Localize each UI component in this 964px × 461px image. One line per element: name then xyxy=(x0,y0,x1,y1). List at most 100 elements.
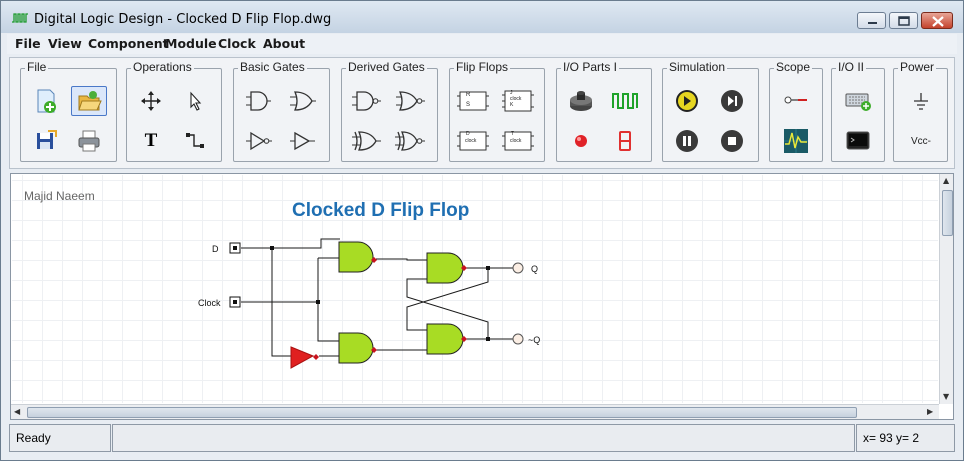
group-flip-flops: Flip Flops R S J clock K D clock T clock xyxy=(449,60,545,162)
wire-connector-icon xyxy=(186,133,204,148)
wire-tool-button[interactable] xyxy=(177,126,213,156)
xnor-gate-icon xyxy=(395,131,425,151)
output-q-led[interactable] xyxy=(512,262,524,274)
nand-gate-bottom[interactable] xyxy=(338,332,374,364)
printer-icon xyxy=(78,130,100,152)
oscilloscope-button[interactable] xyxy=(778,126,814,156)
save-icon xyxy=(37,130,57,149)
scroll-right-icon[interactable]: ▶ xyxy=(927,407,933,417)
buffer-gate-button[interactable] xyxy=(284,126,320,156)
step-simulation-button[interactable] xyxy=(714,86,750,116)
xnor-gate-button[interactable] xyxy=(392,126,428,156)
status-bar: Ready x= 93 y= 2 xyxy=(9,424,955,452)
maximize-button[interactable] xyxy=(889,12,918,29)
and-gate-icon xyxy=(246,91,271,111)
group-simulation-label: Simulation xyxy=(667,60,728,74)
horizontal-scroll-thumb[interactable] xyxy=(27,407,857,418)
wire-d-to-top-nand xyxy=(241,238,340,249)
seven-segment-button[interactable] xyxy=(607,126,643,156)
led-icon xyxy=(575,135,587,147)
d-clock-label: clock xyxy=(465,138,477,144)
minimize-button[interactable] xyxy=(857,12,886,29)
text-tool-button[interactable]: T xyxy=(133,126,169,156)
status-middle xyxy=(112,424,855,452)
pointer-icon xyxy=(190,91,202,111)
pause-simulation-button[interactable] xyxy=(669,126,705,156)
vcc-label: Vcc- xyxy=(911,135,931,147)
not-gate-output-pin xyxy=(313,354,319,360)
led-button[interactable] xyxy=(563,126,599,156)
buffer-gate-icon xyxy=(290,131,315,151)
group-power: Power Vcc- xyxy=(893,60,948,162)
probe-button[interactable] xyxy=(778,86,814,116)
menu-clock[interactable]: Clock xyxy=(218,36,256,51)
close-button[interactable] xyxy=(921,12,953,29)
step-forward-icon xyxy=(721,90,743,112)
menu-about[interactable]: About xyxy=(263,36,305,51)
xor-gate-button[interactable] xyxy=(348,126,384,156)
save-file-button[interactable] xyxy=(28,126,64,156)
scroll-down-icon[interactable]: ▼ xyxy=(943,392,949,402)
sr-flip-flop-button[interactable]: R S xyxy=(455,86,491,116)
not-gate-icon xyxy=(246,131,272,151)
new-file-button[interactable] xyxy=(28,86,64,116)
terminal-output-button[interactable] xyxy=(840,126,876,156)
t-flip-flop-button[interactable]: T clock xyxy=(500,126,536,156)
not-gate-button[interactable] xyxy=(240,126,276,156)
status-text: Ready xyxy=(9,424,111,452)
menu-view[interactable]: View xyxy=(48,36,82,51)
output-q-label: Q xyxy=(531,264,538,274)
keyboard-icon xyxy=(845,93,871,111)
output-nq-label: ~Q xyxy=(528,335,540,345)
push-button-icon xyxy=(570,91,592,111)
t-clock-label: clock xyxy=(510,138,522,144)
nor-gate-button[interactable] xyxy=(392,86,428,116)
drawing-canvas[interactable]: Majid Naeem Clocked D Flip Flop D Clock … xyxy=(12,175,938,403)
ground-button[interactable] xyxy=(903,86,939,116)
title-bar[interactable]: Digital Logic Design - Clocked D Flip Fl… xyxy=(1,1,963,33)
horizontal-scrollbar[interactable]: ◀ ▶ xyxy=(11,404,939,419)
clock-signal-icon xyxy=(612,93,638,109)
d-flip-flop-button[interactable]: D clock xyxy=(455,126,491,156)
latch-nand-gate-top[interactable] xyxy=(426,252,464,284)
group-scope: Scope xyxy=(769,60,823,162)
group-io-parts-2-label: I/O II xyxy=(836,60,867,74)
output-nq-led[interactable] xyxy=(512,333,524,345)
move-tool-button[interactable] xyxy=(133,86,169,116)
select-tool-button[interactable] xyxy=(177,86,213,116)
stop-simulation-button[interactable] xyxy=(714,126,750,156)
ground-icon xyxy=(914,93,928,110)
group-simulation: Simulation xyxy=(662,60,759,162)
junction-dot xyxy=(316,300,320,304)
vertical-scrollbar[interactable]: ▲ ▼ xyxy=(939,174,953,404)
circuit-diagram: D Clock Q ~Q xyxy=(198,238,540,369)
junction-dot xyxy=(270,246,274,250)
oscilloscope-icon xyxy=(784,129,808,153)
jk-flip-flop-button[interactable]: J clock K xyxy=(500,86,536,116)
nand-gate-top[interactable] xyxy=(338,241,374,273)
nand-gate-button[interactable] xyxy=(348,86,384,116)
maximize-icon xyxy=(898,16,910,26)
menu-component[interactable]: Component xyxy=(88,36,169,51)
input-d-switch-knob xyxy=(233,246,237,250)
open-file-button[interactable] xyxy=(71,86,107,116)
print-button[interactable] xyxy=(71,126,107,156)
app-window: Digital Logic Design - Clocked D Flip Fl… xyxy=(0,0,964,461)
run-simulation-button[interactable] xyxy=(669,86,705,116)
latch-nand-gate-bottom[interactable] xyxy=(426,323,464,355)
keyboard-input-button[interactable] xyxy=(840,86,876,116)
move-arrows-icon xyxy=(141,91,161,111)
vcc-button[interactable]: Vcc- xyxy=(903,126,939,156)
scroll-left-icon[interactable]: ◀ xyxy=(14,407,20,417)
and-gate-button[interactable] xyxy=(240,86,276,116)
scroll-up-icon[interactable]: ▲ xyxy=(943,176,949,186)
clock-source-button[interactable] xyxy=(607,86,643,116)
vertical-scroll-thumb[interactable] xyxy=(942,190,953,236)
input-clock-label: Clock xyxy=(198,298,221,308)
group-io-parts-1-label: I/O Parts I xyxy=(561,60,620,74)
menu-file[interactable]: File xyxy=(15,36,41,51)
push-button-tool[interactable] xyxy=(563,86,599,116)
menu-module[interactable]: Module xyxy=(165,36,217,51)
not-gate[interactable] xyxy=(290,346,315,369)
or-gate-button[interactable] xyxy=(284,86,320,116)
